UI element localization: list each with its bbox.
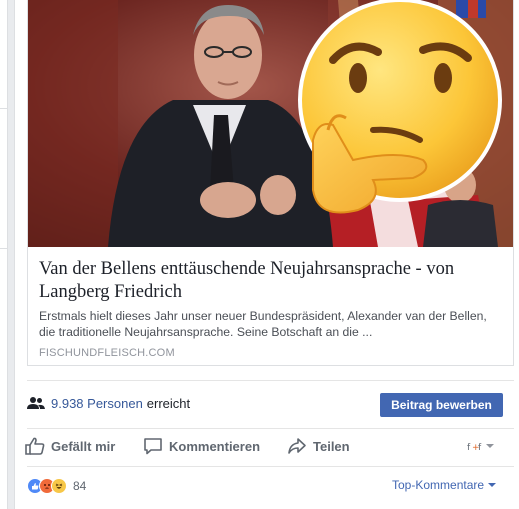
page-avatar-icon: f + f	[467, 443, 494, 452]
reactions-summary[interactable]: 84	[27, 476, 86, 496]
link-image[interactable]	[28, 0, 513, 247]
comment-label: Kommentieren	[169, 438, 261, 454]
share-label: Teilen	[313, 438, 350, 454]
divider	[27, 466, 514, 467]
people-icon	[27, 397, 45, 409]
reach-count[interactable]: 9.938 Personen	[51, 396, 143, 411]
share-icon	[288, 438, 306, 454]
divider	[27, 380, 514, 381]
link-title[interactable]: Van der Bellens enttäuschende Neujahrsan…	[39, 258, 504, 304]
left-column-edge	[0, 0, 8, 509]
svg-text:f: f	[478, 443, 482, 452]
comment-icon	[144, 438, 162, 455]
svg-text:f: f	[467, 443, 471, 452]
divider	[27, 428, 514, 429]
caret-down-icon	[488, 483, 497, 487]
comment-button[interactable]: Kommentieren	[143, 430, 260, 462]
like-label: Gefällt mir	[51, 438, 116, 454]
page-identity-selector[interactable]: f + f	[467, 430, 501, 462]
link-preview[interactable]: Van der Bellens enttäuschende Neujahrsan…	[27, 0, 514, 366]
link-description: Erstmals hielt dieses Jahr unser neuer B…	[39, 309, 487, 339]
reaction-count: 84	[73, 479, 87, 493]
reach-stats: 9.938 Personen erreicht	[27, 393, 190, 413]
like-button[interactable]: Gefällt mir	[25, 430, 115, 462]
post-card: Van der Bellens enttäuschende Neujahrsan…	[14, 0, 519, 509]
thumbs-up-icon	[25, 437, 45, 455]
post-actions: Gefällt mir Kommentieren Teilen f + f	[25, 430, 510, 462]
reach-suffix: erreicht	[146, 395, 191, 411]
haha-reaction-icon	[51, 478, 67, 494]
link-domain: FISCHUNDFLEISCH.COM	[39, 347, 175, 359]
boost-post-button[interactable]: Beitrag bewerben	[380, 393, 503, 417]
comment-sort-label: Top-Kommentare	[392, 478, 485, 492]
comment-sort-dropdown[interactable]: Top-Kommentare	[392, 478, 497, 492]
share-button[interactable]: Teilen	[287, 430, 350, 462]
